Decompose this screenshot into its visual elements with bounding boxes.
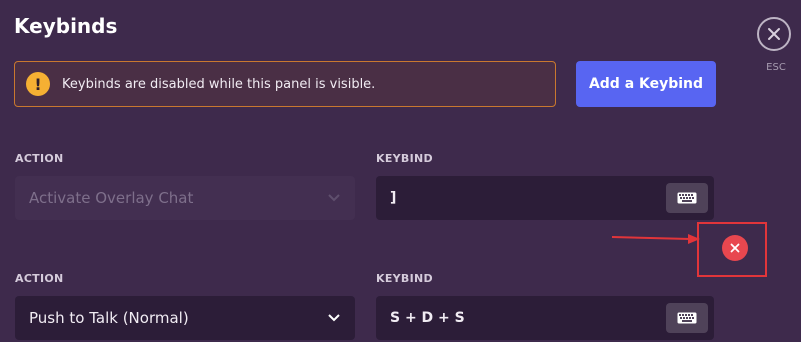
action-column-header: ACTION (15, 152, 64, 165)
exclamation-icon: ! (26, 72, 50, 96)
action-select-value: Push to Talk (Normal) (29, 309, 189, 327)
keybind-field-overlay-chat[interactable]: ] (376, 176, 714, 220)
close-icon (730, 243, 740, 253)
keybind-value: ] (390, 190, 397, 206)
keybind-column-header: KEYBIND (376, 272, 433, 285)
arrow-annotation-icon (611, 234, 700, 244)
chevron-down-icon (328, 314, 340, 322)
action-select-overlay-chat: Activate Overlay Chat (15, 176, 355, 220)
action-select-push-to-talk[interactable]: Push to Talk (Normal) (15, 296, 355, 340)
close-icon (768, 28, 780, 40)
action-column-header: ACTION (15, 272, 64, 285)
close-button[interactable] (757, 17, 791, 51)
esc-label: ESC (766, 62, 786, 73)
warning-text: Keybinds are disabled while this panel i… (62, 76, 376, 92)
keyboard-icon (677, 192, 697, 204)
record-keybind-button[interactable] (666, 303, 708, 333)
action-select-value: Activate Overlay Chat (29, 189, 194, 207)
keyboard-icon (677, 312, 697, 324)
keybind-field-push-to-talk[interactable]: S + D + S (376, 296, 714, 340)
keybind-value: S + D + S (390, 310, 465, 326)
chevron-down-icon (328, 194, 340, 202)
keybind-column-header: KEYBIND (376, 152, 433, 165)
warning-banner: ! Keybinds are disabled while this panel… (14, 61, 556, 107)
add-keybind-button[interactable]: Add a Keybind (576, 61, 716, 107)
record-keybind-button[interactable] (666, 183, 708, 213)
remove-keybind-button[interactable] (722, 235, 748, 261)
page-title: Keybinds (14, 14, 118, 38)
